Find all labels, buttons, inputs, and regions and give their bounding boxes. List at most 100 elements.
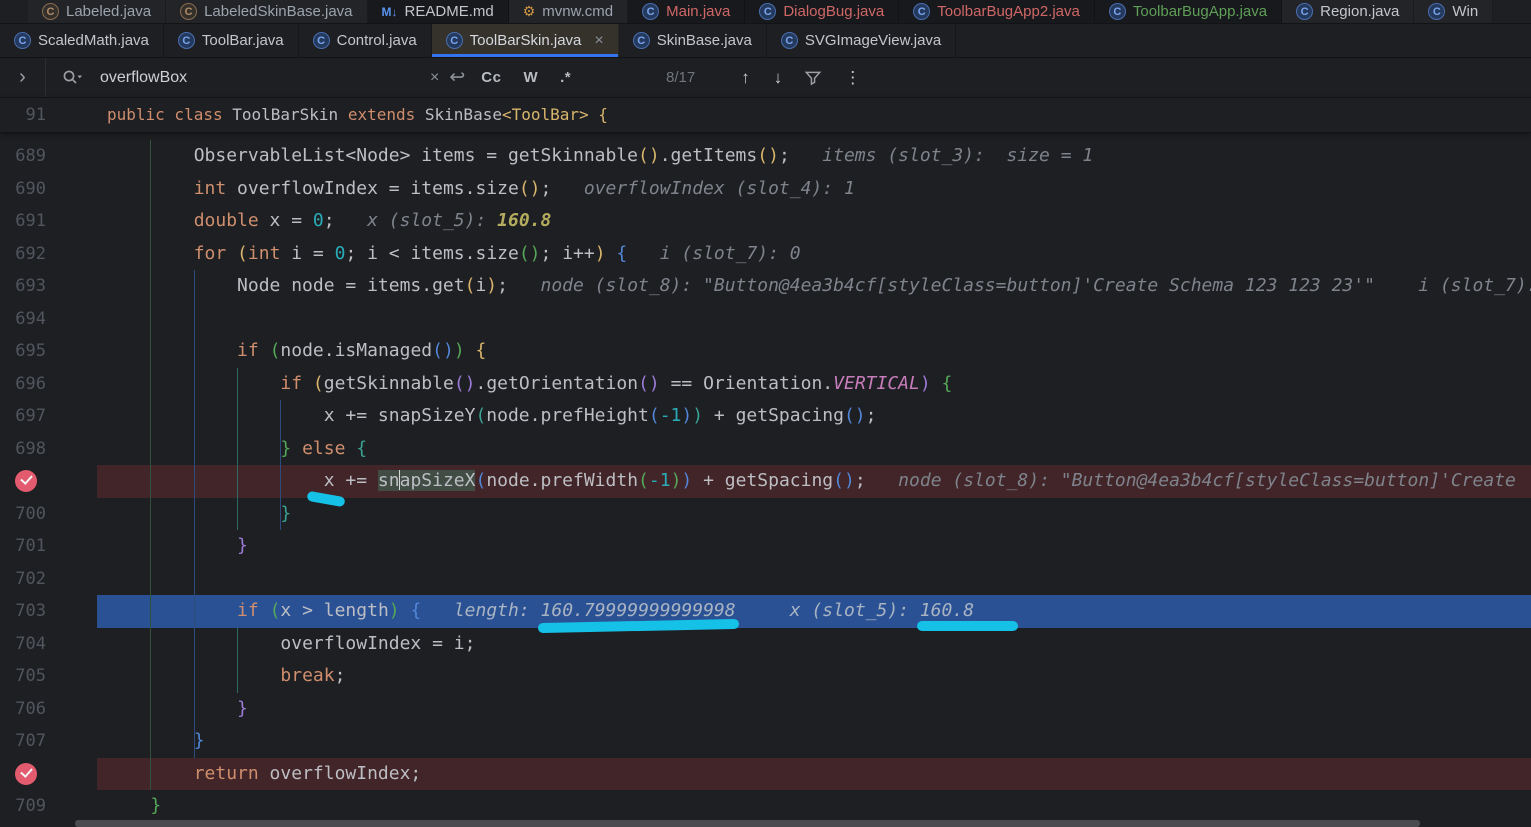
editor-tab[interactable]: ⚙mvnw.cmd — [509, 0, 628, 23]
code-editor[interactable]: 689ObservableList<Node> items = getSkinn… — [0, 140, 1531, 823]
code-text[interactable]: } — [97, 790, 1531, 823]
match-case-button[interactable]: Cc — [475, 69, 507, 86]
editor-tab[interactable]: CRegion.java — [1282, 0, 1414, 23]
editor-tab[interactable]: CToolBarSkin.java× — [432, 24, 619, 57]
code-text[interactable]: if (getSkinnable().getOrientation() == O… — [97, 368, 1531, 401]
gutter[interactable]: 695 — [0, 335, 97, 368]
code-text[interactable]: int overflowIndex = items.size(); overfl… — [97, 173, 1531, 206]
code-text[interactable]: double x = 0; x (slot_5): 160.8 — [97, 205, 1531, 238]
gutter[interactable]: 693 — [0, 270, 97, 303]
next-occurrence-button[interactable]: ↓ — [762, 68, 795, 88]
code-text[interactable]: x += snapSizeX(node.prefWidth(-1)) + get… — [97, 465, 1531, 498]
code-text[interactable]: x += snapSizeY(node.prefHeight(-1)) + ge… — [97, 400, 1531, 433]
search-field[interactable]: overflowBox × ↩ Cc W .* — [46, 66, 606, 89]
gutter[interactable]: 692 — [0, 238, 97, 271]
code-token: ; — [779, 145, 790, 166]
code-text[interactable]: overflowIndex = i; — [97, 628, 1531, 661]
code-text[interactable]: } — [97, 530, 1531, 563]
gutter[interactable]: 702 — [0, 563, 97, 596]
gutter[interactable]: 701 — [0, 530, 97, 563]
gutter[interactable]: 690 — [0, 173, 97, 206]
gutter[interactable]: 691 — [0, 205, 97, 238]
gutter[interactable]: 698 — [0, 433, 97, 466]
code-text[interactable]: } else { — [97, 433, 1531, 466]
expand-search-chevron-icon[interactable]: › — [0, 58, 46, 97]
code-token: } — [280, 438, 291, 459]
breakpoint-icon[interactable] — [15, 763, 37, 785]
gutter[interactable]: 689 — [0, 140, 97, 173]
gutter[interactable] — [0, 133, 97, 140]
editor-tab[interactable]: M↓README.md — [368, 0, 509, 23]
gutter[interactable]: 704 — [0, 628, 97, 661]
code-text[interactable]: } — [97, 693, 1531, 726]
tab-label: ToolBar.java — [202, 32, 284, 49]
class-icon: C — [14, 32, 31, 49]
more-options-icon[interactable]: ⋮ — [832, 68, 873, 88]
editor-tab[interactable]: CControl.java — [299, 24, 432, 57]
filter-icon[interactable] — [804, 69, 822, 87]
code-token: int — [248, 243, 281, 264]
gutter[interactable] — [0, 758, 97, 791]
editor-tab[interactable]: CToolbarBugApp.java — [1095, 0, 1282, 23]
gutter[interactable]: 703 — [0, 595, 97, 628]
editor-tab[interactable]: CScaledMath.java — [0, 24, 164, 57]
code-text[interactable]: return overflowIndex; — [97, 758, 1531, 791]
gutter[interactable]: 707 — [0, 725, 97, 758]
code-line: return overflowIndex; — [0, 758, 1531, 791]
regex-button[interactable]: .* — [554, 69, 577, 86]
code-text[interactable]: break; — [97, 660, 1531, 693]
code-text[interactable]: ObservableList<Node> items = getSkinnabl… — [97, 140, 1531, 173]
editor-tab[interactable]: CWin — [1414, 0, 1493, 23]
whole-words-button[interactable]: W — [517, 69, 544, 86]
code-token: overflowIndex (slot_4): 1 — [551, 178, 854, 199]
gutter[interactable]: 694 — [0, 303, 97, 336]
code-text[interactable]: Node node = items.get(i); node (slot_8):… — [97, 270, 1531, 303]
editor-tab[interactable]: CToolbarBugApp2.java — [899, 0, 1095, 23]
code-token: node.isManaged — [280, 340, 432, 361]
line-number: 697 — [0, 400, 46, 433]
search-icon[interactable] — [62, 69, 84, 86]
code-token: else — [302, 438, 345, 459]
clear-search-icon[interactable]: × — [430, 69, 439, 87]
line-number: 704 — [0, 628, 46, 661]
editor-tab[interactable]: CSkinBase.java — [619, 24, 767, 57]
code-text[interactable]: if (x > length) { length: 160.7999999999… — [97, 595, 1531, 628]
code-text[interactable]: for (int i = 0; i < items.size(); i++) {… — [97, 238, 1531, 271]
code-text[interactable] — [97, 563, 1531, 596]
class-icon: C — [1109, 3, 1126, 20]
gutter[interactable]: 696 — [0, 368, 97, 401]
newline-icon[interactable]: ↩ — [449, 66, 465, 89]
gutter[interactable]: 697 — [0, 400, 97, 433]
code-token: ( — [270, 340, 281, 361]
code-text[interactable]: if (node.isManaged()) { — [97, 335, 1531, 368]
previous-occurrence-button[interactable]: ↑ — [729, 68, 762, 88]
sticky-header-line[interactable]: 91public class ToolBarSkin extends SkinB… — [0, 98, 1531, 133]
editor-tab[interactable]: CLabeledSkinBase.java — [166, 0, 367, 23]
code-text[interactable]: double length = getSkinnable().getWidth(… — [97, 133, 1531, 140]
close-icon[interactable]: × — [594, 32, 603, 50]
code-token: ( — [649, 405, 660, 426]
code-text[interactable]: public class ToolBarSkin extends SkinBas… — [97, 98, 1531, 132]
gutter[interactable]: 705 — [0, 660, 97, 693]
code-token: ; — [541, 178, 552, 199]
code-text[interactable] — [97, 303, 1531, 336]
code-token: overflowIndex = i; — [280, 633, 475, 654]
code-text[interactable]: } — [97, 725, 1531, 758]
editor-tab[interactable]: CMain.java — [628, 0, 745, 23]
gutter[interactable]: 700 — [0, 498, 97, 531]
class-icon: C — [781, 32, 798, 49]
editor-tab[interactable]: CSVGImageView.java — [767, 24, 956, 57]
horizontal-scrollbar-thumb[interactable] — [75, 820, 1420, 827]
gutter[interactable]: 709 — [0, 790, 97, 823]
editor-tab[interactable]: CDialogBug.java — [745, 0, 899, 23]
code-token: .getItems — [660, 145, 758, 166]
search-input[interactable]: overflowBox — [100, 69, 420, 87]
editor-tab[interactable]: CLabeled.java — [28, 0, 166, 23]
editor-tab[interactable]: CToolBar.java — [164, 24, 299, 57]
code-text[interactable]: } — [97, 498, 1531, 531]
gutter[interactable] — [0, 465, 97, 498]
code-token: 0 — [313, 210, 324, 231]
gutter[interactable]: 91 — [0, 98, 97, 132]
breakpoint-icon[interactable] — [15, 470, 37, 492]
gutter[interactable]: 706 — [0, 693, 97, 726]
